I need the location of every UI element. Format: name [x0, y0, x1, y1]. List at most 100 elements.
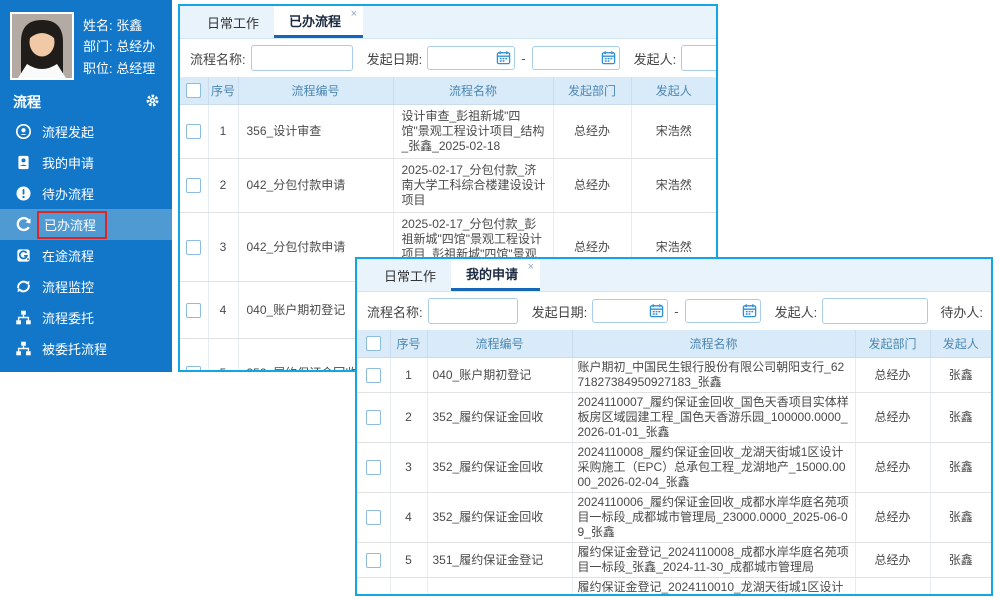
row-checkbox[interactable]	[186, 124, 201, 139]
table-row[interactable]: 1 040_账户期初登记 账户期初_中国民生银行股份有限公司朝阳支行_62718…	[357, 358, 991, 393]
tab-my-applications[interactable]: 我的申请 ×	[451, 259, 540, 291]
user-info: 姓名: 张鑫 部门: 总经办 职位: 总经理	[83, 12, 155, 80]
search-icon	[15, 371, 32, 372]
sidebar-item-process-delegate[interactable]: 流程委托	[0, 302, 172, 333]
row-checkbox[interactable]	[366, 410, 381, 425]
cell-seq: 4	[208, 282, 238, 339]
close-icon[interactable]: ×	[528, 262, 534, 273]
sidebar-item-process-monitor[interactable]: 流程监控	[0, 271, 172, 302]
calendar-icon[interactable]	[742, 303, 757, 318]
tab-daily-work[interactable]: 日常工作	[369, 259, 451, 291]
gear-icon[interactable]	[145, 93, 160, 111]
sidebar-item-label: 被委托流程	[42, 339, 107, 358]
sidebar-item-process-start[interactable]: 流程发起	[0, 116, 172, 147]
sidebar-item-label: 我的申请	[42, 153, 94, 172]
sidebar-item-label: 待办流程	[42, 184, 94, 203]
table-header-row: 序号 流程编号 流程名称 发起部门 发起人	[180, 77, 716, 105]
cell-process-name: 账户期初_中国民生银行股份有限公司朝阳支行_627182738495092718…	[572, 358, 855, 393]
sidebar-item-in-transit-processes[interactable]: 在途流程	[0, 240, 172, 271]
select-all-checkbox[interactable]	[186, 83, 201, 98]
close-icon[interactable]: ×	[351, 9, 357, 20]
col-process-code: 流程编号	[427, 330, 572, 358]
cell-start-dept: 总经办	[855, 393, 930, 443]
todo-person-label: 待办人:	[940, 302, 986, 321]
cell-process-name: 设计审查_彭祖新城"四馆"景观工程设计项目_结构_张鑫_2025-02-18	[393, 105, 553, 159]
cell-seq: 1	[390, 358, 427, 393]
table-row[interactable]: 6 351_履约保证金登记 履约保证金登记_2024110010_龙湖天街城1区…	[357, 578, 991, 597]
initiator-input[interactable]	[681, 45, 716, 71]
sidebar-item-process-search-clipped[interactable]: 流程检索	[0, 364, 172, 372]
cell-start-dept: 总经办	[855, 493, 930, 543]
calendar-icon[interactable]	[649, 303, 664, 318]
cell-process-code: 352_履约保证金回收	[427, 443, 572, 493]
cell-seq: 3	[208, 213, 238, 282]
row-checkbox[interactable]	[186, 366, 201, 372]
calendar-icon[interactable]	[601, 50, 616, 65]
table-row[interactable]: 1 356_设计审查 设计审查_彭祖新城"四馆"景观工程设计项目_结构_张鑫_2…	[180, 105, 716, 159]
process-section-header: 流程	[0, 88, 172, 116]
cell-seq: 5	[390, 543, 427, 578]
cell-start-dept: 总经办	[855, 358, 930, 393]
select-all-checkbox[interactable]	[366, 336, 381, 351]
sidebar: 姓名: 张鑫 部门: 总经办 职位: 总经理 流程 流程发起	[0, 0, 172, 372]
user-dept-label: 部门:	[83, 39, 113, 54]
process-name-input[interactable]	[428, 298, 518, 324]
start-date-label: 发起日期:	[532, 302, 588, 321]
process-name-input[interactable]	[251, 45, 353, 71]
col-process-name: 流程名称	[393, 77, 553, 105]
red-highlight-box: 已办流程	[37, 211, 107, 239]
app-window: 姓名: 张鑫 部门: 总经办 职位: 总经理 流程 流程发起	[0, 0, 1000, 600]
cell-process-name: 履约保证金登记_2024110008_成都水岸华庭名苑项目一标段_张鑫_2024…	[572, 543, 855, 578]
row-checkbox[interactable]	[366, 368, 381, 383]
cell-process-code: 351_履约保证金登记	[427, 543, 572, 578]
table-row[interactable]: 2 352_履约保证金回收 2024110007_履约保证金回收_国色天香项目实…	[357, 393, 991, 443]
row-checkbox[interactable]	[186, 303, 201, 318]
sidebar-item-my-applications[interactable]: 我的申请	[0, 147, 172, 178]
row-checkbox[interactable]	[366, 595, 381, 596]
user-name-value: 张鑫	[116, 18, 142, 33]
col-start-dept: 发起部门	[553, 77, 631, 105]
table-row[interactable]: 5 351_履约保证金登记 履约保证金登记_2024110008_成都水岸华庭名…	[357, 543, 991, 578]
cell-start-dept: 总经办	[855, 578, 930, 597]
table-header-row: 序号 流程编号 流程名称 发起部门 发起人	[357, 330, 991, 358]
user-dept-value: 总经办	[116, 39, 155, 54]
process-name-label: 流程名称:	[367, 302, 423, 321]
cell-initiator: 张鑫	[930, 578, 991, 597]
row-checkbox[interactable]	[366, 553, 381, 568]
cell-process-name: 2024110008_履约保证金回收_龙湖天街城1区设计采购施工（EPC）总承包…	[572, 443, 855, 493]
sidebar-item-label: 已办流程	[44, 218, 96, 233]
sidebar-item-todo-processes[interactable]: 待办流程	[0, 178, 172, 209]
date-separator: -	[521, 51, 525, 66]
in-transit-icon	[15, 247, 32, 264]
cell-start-dept: 总经办	[553, 105, 631, 159]
table-row[interactable]: 2 042_分包付款申请 2025-02-17_分包付款_济南大学工科综合楼建设…	[180, 159, 716, 213]
row-checkbox[interactable]	[366, 460, 381, 475]
initiator-input[interactable]	[822, 298, 928, 324]
cell-seq: 6	[390, 578, 427, 597]
col-seq: 序号	[390, 330, 427, 358]
table-row[interactable]: 4 352_履约保证金回收 2024110006_履约保证金回收_成都水岸华庭名…	[357, 493, 991, 543]
row-checkbox[interactable]	[366, 510, 381, 525]
user-title-value: 总经理	[116, 61, 155, 76]
col-initiator: 发起人	[631, 77, 716, 105]
cell-process-code: 040_账户期初登记	[427, 358, 572, 393]
row-checkbox[interactable]	[186, 240, 201, 255]
cell-process-code: 352_履约保证金回收	[427, 393, 572, 443]
calendar-icon[interactable]	[496, 50, 511, 65]
sidebar-item-delegated-processes[interactable]: 被委托流程	[0, 333, 172, 364]
row-checkbox[interactable]	[186, 178, 201, 193]
table-row[interactable]: 3 352_履约保证金回收 2024110008_履约保证金回收_龙湖天街城1区…	[357, 443, 991, 493]
sidebar-item-label: 流程检索	[42, 370, 94, 372]
broadcast-icon	[15, 123, 32, 140]
my-panel-tabbar: 日常工作 我的申请 ×	[357, 259, 991, 292]
sidebar-item-done-processes[interactable]: 已办流程	[0, 209, 172, 240]
sidebar-menu: 流程发起 我的申请 待办流程 已办流程	[0, 116, 172, 372]
my-applications-panel: 日常工作 我的申请 × 流程名称: 发起日期: -	[355, 257, 993, 596]
cell-start-dept: 总经办	[855, 443, 930, 493]
tab-daily-work[interactable]: 日常工作	[192, 6, 274, 38]
done-panel-tabbar: 日常工作 已办流程 ×	[180, 6, 716, 39]
tab-done-processes[interactable]: 已办流程 ×	[274, 6, 363, 38]
col-seq: 序号	[208, 77, 238, 105]
col-process-code: 流程编号	[238, 77, 393, 105]
date-separator: -	[674, 304, 678, 319]
